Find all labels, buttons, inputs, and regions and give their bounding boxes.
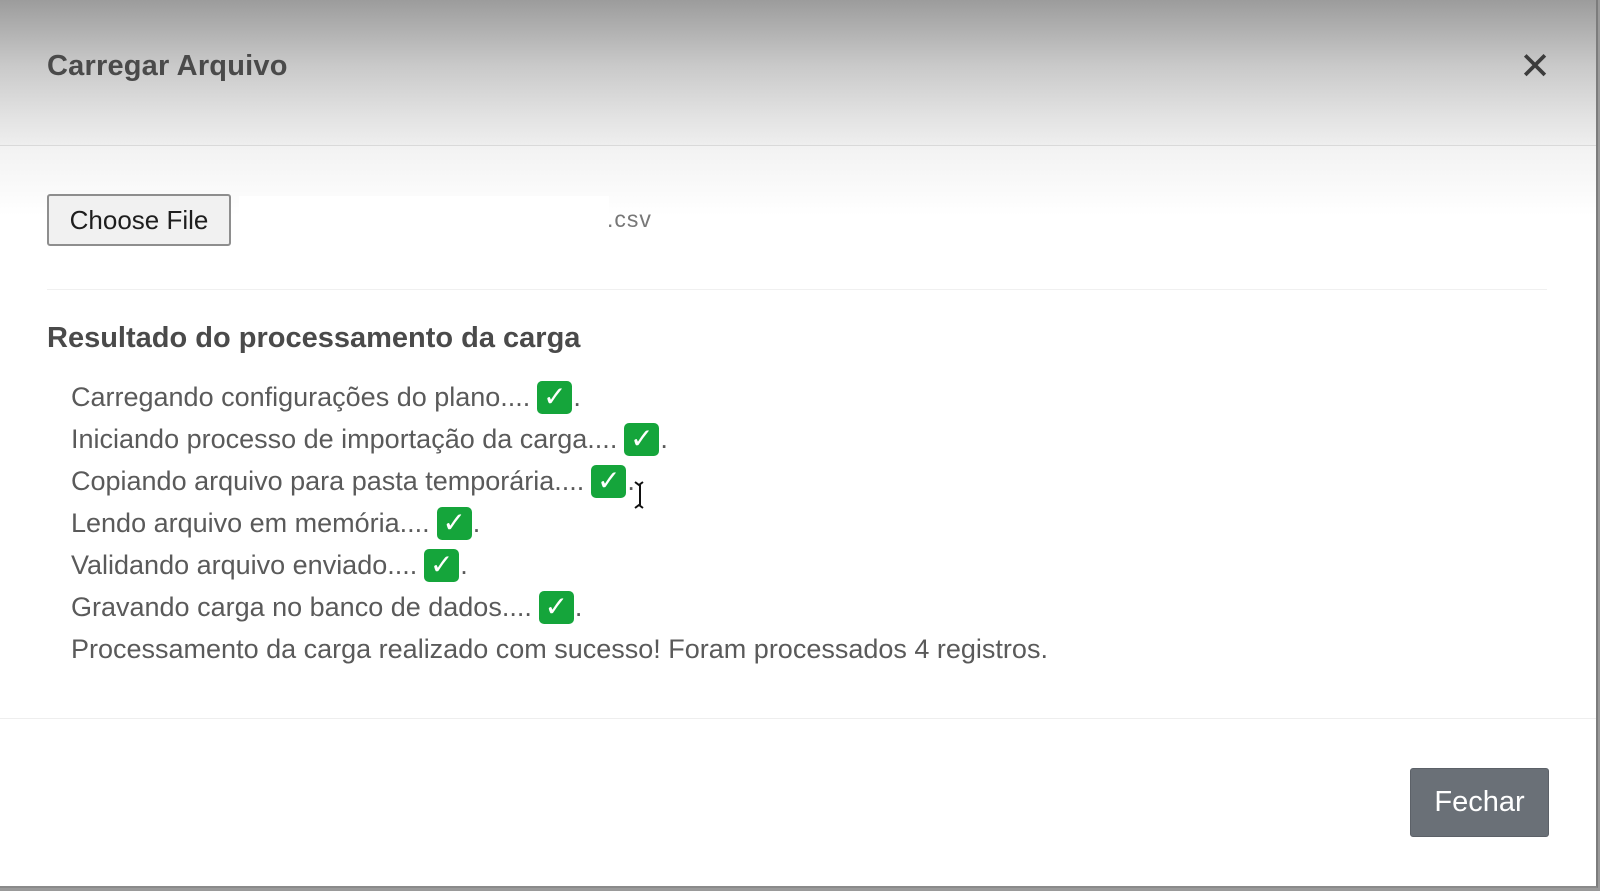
checkmark-icon: ✓ — [424, 548, 460, 582]
step-text: Validando arquivo enviado.... — [71, 549, 418, 580]
checkmark-icon: ✓ — [436, 506, 472, 540]
step-item: Gravando carga no banco de dados.... ✓. — [71, 590, 583, 624]
step-item: Lendo arquivo em memória.... ✓. — [71, 506, 481, 540]
close-icon[interactable]: ✕ — [1518, 48, 1552, 86]
checkmark-icon: ✓ — [538, 590, 574, 624]
step-text: Gravando carga no banco de dados.... — [71, 591, 532, 622]
step-text: Carregando configurações do plano.... — [71, 381, 531, 412]
step-item: Copiando arquivo para pasta temporária..… — [71, 464, 635, 498]
processing-steps-list: Carregando configurações do plano.... ✓.… — [71, 376, 1048, 670]
modal-header: Carregar Arquivo ✕ — [0, 0, 1596, 146]
processing-summary: Processamento da carga realizado com suc… — [71, 633, 1048, 664]
step-text: Lendo arquivo em memória.... — [71, 507, 430, 538]
modal-title: Carregar Arquivo — [47, 50, 288, 82]
step-item: Validando arquivo enviado.... ✓. — [71, 548, 468, 582]
checkmark-icon: ✓ — [537, 380, 573, 414]
text-cursor-icon — [634, 481, 644, 509]
divider — [47, 289, 1547, 290]
file-name: .csv — [607, 206, 652, 232]
upload-modal: Carregar Arquivo ✕ Choose File .csv Resu… — [0, 0, 1598, 888]
checkmark-icon: ✓ — [624, 422, 660, 456]
step-item: Carregando configurações do plano.... ✓. — [71, 380, 581, 414]
fechar-button[interactable]: Fechar — [1410, 768, 1549, 837]
step-text: Copiando arquivo para pasta temporária..… — [71, 465, 585, 496]
file-input-row: Choose File .csv — [47, 194, 847, 246]
choose-file-button[interactable]: Choose File — [47, 194, 231, 246]
file-name-redacted — [239, 196, 609, 244]
checkmark-icon: ✓ — [591, 464, 627, 498]
footer-divider — [0, 718, 1596, 719]
step-text: Iniciando processo de importação da carg… — [71, 423, 618, 454]
step-item: Iniciando processo de importação da carg… — [71, 422, 668, 456]
result-title: Resultado do processamento da carga — [47, 322, 581, 354]
